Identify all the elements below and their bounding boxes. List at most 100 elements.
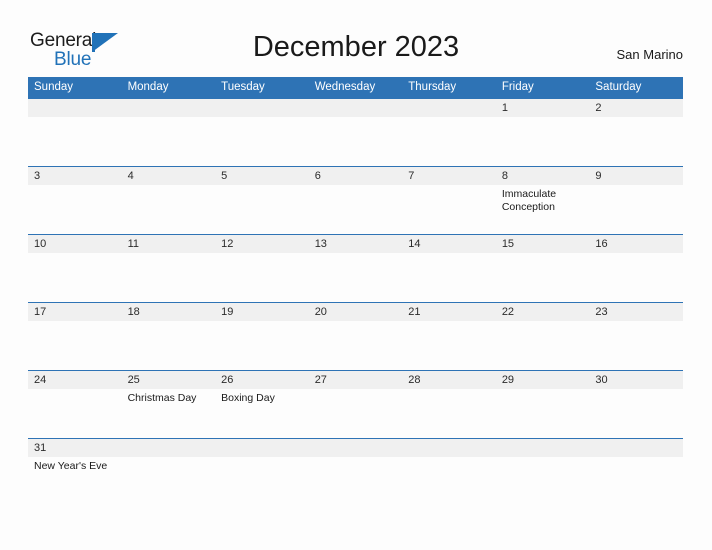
day-event [402,321,496,370]
calendar-week-row: 31 New Year's Eve [28,438,683,497]
page-title: December 2023 [252,31,460,63]
day-number[interactable]: 26 [215,371,309,389]
day-number[interactable] [309,99,403,117]
day-number[interactable] [215,99,309,117]
day-number[interactable]: 14 [402,235,496,253]
day-number[interactable]: 13 [309,235,403,253]
calendar-week-row: 17 18 19 20 21 22 23 [28,302,683,370]
day-number[interactable]: 6 [309,167,403,185]
week-date-band: 3 4 5 6 7 8 9 [28,167,683,185]
day-number[interactable]: 16 [589,235,683,253]
day-number[interactable]: 8 [496,167,590,185]
day-event-boxing-day: Boxing Day [221,392,275,404]
day-event [496,253,590,302]
day-number[interactable] [309,439,403,457]
day-event [309,321,403,370]
day-number[interactable]: 3 [28,167,122,185]
week-event-band [28,117,683,166]
day-number[interactable]: 18 [122,303,216,321]
day-number[interactable] [496,439,590,457]
day-number[interactable] [215,439,309,457]
calendar-week-row: 1 2 [28,98,683,166]
day-event [402,117,496,166]
calendar-grid: Sunday Monday Tuesday Wednesday Thursday… [28,77,683,497]
day-number[interactable]: 11 [122,235,216,253]
day-event [215,321,309,370]
week-event-band: Christmas Day Boxing Day [28,389,683,438]
day-event [122,321,216,370]
day-number[interactable]: 21 [402,303,496,321]
day-event [496,117,590,166]
day-number[interactable] [122,439,216,457]
day-event [28,389,122,438]
day-event [215,253,309,302]
day-number[interactable]: 24 [28,371,122,389]
week-event-band [28,253,683,302]
day-event [496,389,590,438]
day-header-saturday: Saturday [595,81,642,93]
week-event-band: New Year's Eve [28,457,683,497]
day-number[interactable]: 22 [496,303,590,321]
day-event [122,457,216,497]
day-number[interactable]: 15 [496,235,590,253]
day-event [122,253,216,302]
week-date-band: 10 11 12 13 14 15 16 [28,235,683,253]
day-header-friday: Friday [501,81,534,93]
day-number[interactable]: 25 [122,371,216,389]
day-number[interactable]: 27 [309,371,403,389]
day-of-week-header-row: Sunday Monday Tuesday Wednesday Thursday… [28,77,683,98]
region-label: San Marino [616,47,683,62]
day-number[interactable]: 7 [402,167,496,185]
calendar-page: General Blue December 2023 San Marino Su… [0,0,712,550]
day-event [309,253,403,302]
day-header-wednesday: Wednesday [314,81,376,93]
day-number[interactable]: 19 [215,303,309,321]
day-number[interactable]: 20 [309,303,403,321]
week-date-band: 31 [28,439,683,457]
day-number[interactable]: 4 [122,167,216,185]
day-event [28,185,122,234]
day-header-thursday: Thursday [408,81,457,93]
day-event-new-years-eve: New Year's Eve [34,460,108,472]
day-number[interactable]: 30 [589,371,683,389]
day-event [309,389,403,438]
day-header-sunday: Sunday [34,81,74,93]
day-event [28,253,122,302]
day-number[interactable]: 31 [28,439,122,457]
day-event [589,117,683,166]
day-event [215,185,309,234]
day-event [309,117,403,166]
day-number[interactable] [28,99,122,117]
week-date-band: 1 2 [28,99,683,117]
day-number[interactable]: 10 [28,235,122,253]
week-date-band: 17 18 19 20 21 22 23 [28,303,683,321]
day-number[interactable]: 12 [215,235,309,253]
day-number[interactable]: 9 [589,167,683,185]
day-number[interactable]: 2 [589,99,683,117]
day-event [309,185,403,234]
day-event [402,457,496,497]
day-event [215,117,309,166]
day-number[interactable]: 29 [496,371,590,389]
calendar-week-row: 10 11 12 13 14 15 16 [28,234,683,302]
day-event [28,321,122,370]
day-number[interactable]: 1 [496,99,590,117]
day-number[interactable]: 28 [402,371,496,389]
day-number[interactable] [122,99,216,117]
day-event [496,457,590,497]
day-number[interactable]: 5 [215,167,309,185]
day-event-christmas-day: Christmas Day [127,392,197,404]
day-number[interactable]: 23 [589,303,683,321]
day-event-immaculate-conception: Immaculate Conception [501,188,557,213]
day-number[interactable] [402,439,496,457]
day-number[interactable]: 17 [28,303,122,321]
day-number[interactable] [589,439,683,457]
day-number[interactable] [402,99,496,117]
day-event [122,117,216,166]
day-event [215,457,309,497]
calendar-week-row: 3 4 5 6 7 8 9 Immaculate Conception [28,166,683,234]
page-header: General Blue December 2023 San Marino [0,0,712,76]
day-header-tuesday: Tuesday [221,81,265,93]
calendar-week-row: 24 25 26 27 28 29 30 Christmas Day Boxin… [28,370,683,438]
day-event [122,185,216,234]
